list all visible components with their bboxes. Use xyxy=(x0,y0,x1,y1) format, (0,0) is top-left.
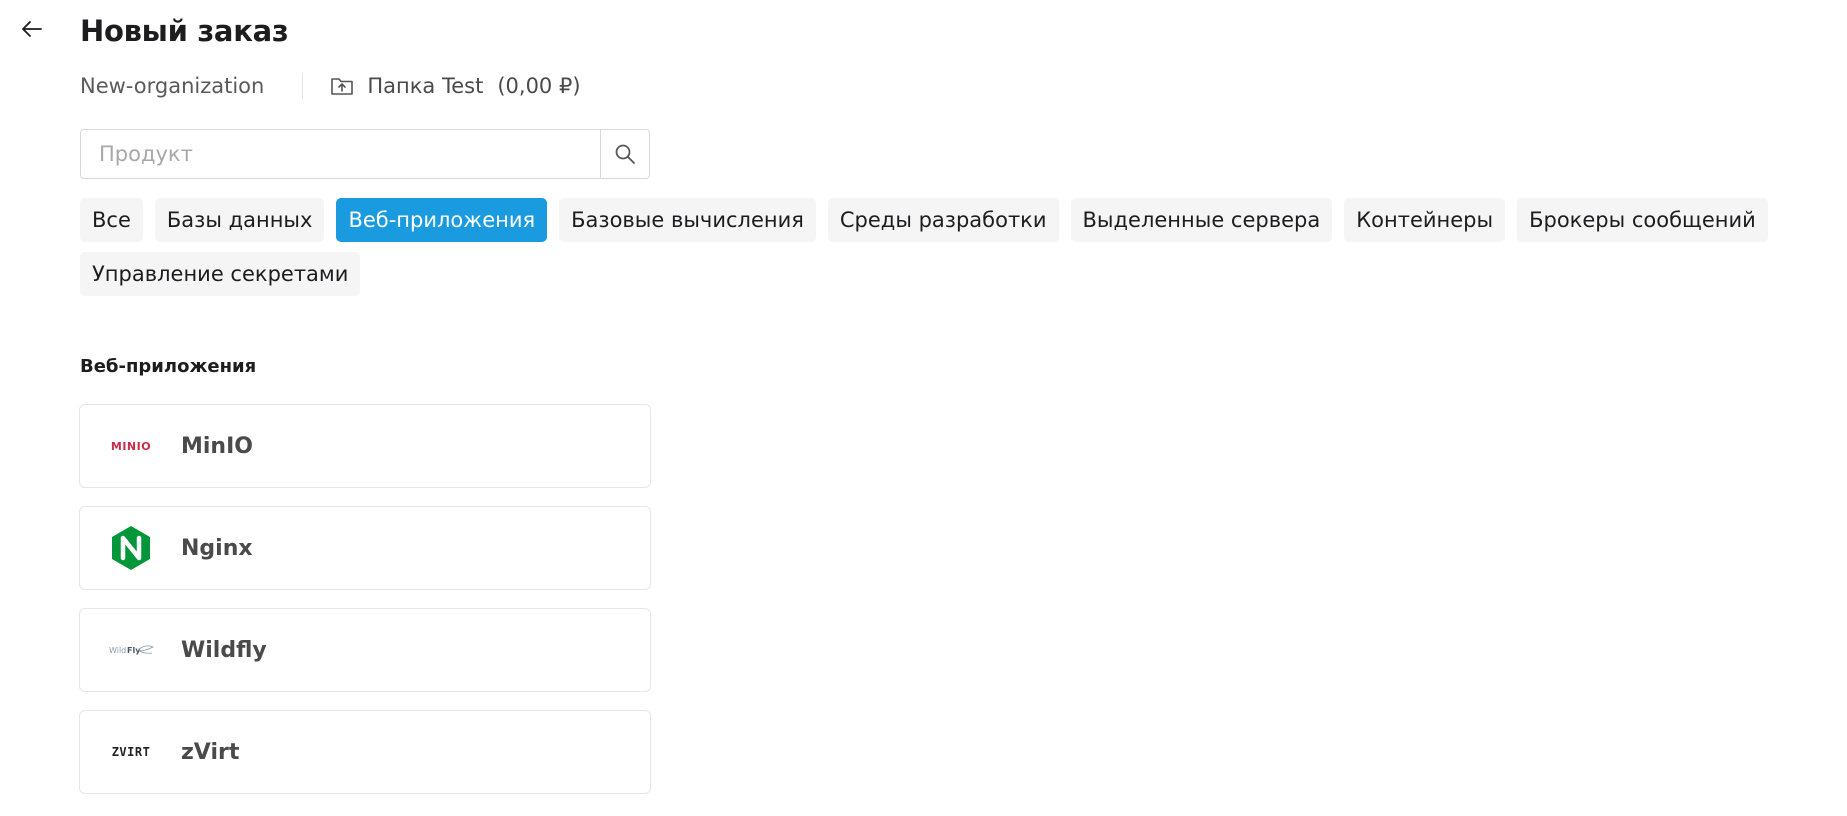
product-card-wildfly[interactable]: Wild Fly Wildfly xyxy=(79,608,651,692)
product-name: zVirt xyxy=(181,739,240,765)
category-chip-dev-environments[interactable]: Среды разработки xyxy=(827,198,1059,242)
folder-name[interactable]: Папка Test xyxy=(367,74,483,98)
category-chip-web-apps[interactable]: Веб-приложения xyxy=(336,198,548,242)
product-search xyxy=(80,129,650,179)
category-filters: Все Базы данных Веб-приложения Базовые в… xyxy=(80,198,1780,296)
category-chip-message-brokers[interactable]: Брокеры сообщений xyxy=(1517,198,1768,242)
category-chip-containers[interactable]: Контейнеры xyxy=(1344,198,1506,242)
arrow-left-icon xyxy=(22,21,42,37)
minio-logo: MINIO xyxy=(110,439,152,453)
page-title: Новый заказ xyxy=(80,14,289,48)
search-input[interactable] xyxy=(81,130,600,178)
product-card-nginx[interactable]: Nginx xyxy=(79,506,651,590)
category-chip-dedicated-servers[interactable]: Выделенные сервера xyxy=(1070,198,1333,242)
category-chip-secrets-management[interactable]: Управление секретами xyxy=(80,252,361,296)
product-name: MinIO xyxy=(181,433,253,459)
category-chip-basic-compute[interactable]: Базовые вычисления xyxy=(559,198,816,242)
context-divider xyxy=(302,73,304,99)
folder-balance: (0,00 ₽) xyxy=(497,74,581,98)
order-context: New-organization Папка Test (0,00 ₽) xyxy=(80,70,581,102)
svg-text:Wild: Wild xyxy=(109,646,126,655)
category-chip-databases[interactable]: Базы данных xyxy=(154,198,325,242)
search-button[interactable] xyxy=(600,130,649,178)
organization-name[interactable]: New-organization xyxy=(80,74,264,98)
product-name: Wildfly xyxy=(181,637,267,663)
category-chip-all[interactable]: Все xyxy=(80,198,143,242)
wildfly-logo: Wild Fly xyxy=(108,627,154,673)
search-icon xyxy=(615,144,635,164)
product-name: Nginx xyxy=(181,535,253,561)
nginx-logo xyxy=(108,525,154,571)
product-card-minio[interactable]: MINIO MinIO xyxy=(79,404,651,488)
section-title: Веб-приложения xyxy=(80,356,257,377)
zvirt-logo: ZVIRT xyxy=(111,745,151,759)
back-button[interactable] xyxy=(20,17,44,41)
folder-upload-icon xyxy=(329,73,355,99)
svg-text:Fly: Fly xyxy=(127,646,141,655)
product-card-zvirt[interactable]: ZVIRT zVirt xyxy=(79,710,651,794)
product-list: MINIO MinIO Nginx Wild Fly Wildfly ZVIRT… xyxy=(79,404,651,794)
new-order-page: Новый заказ New-organization Папка Test … xyxy=(0,0,1847,816)
